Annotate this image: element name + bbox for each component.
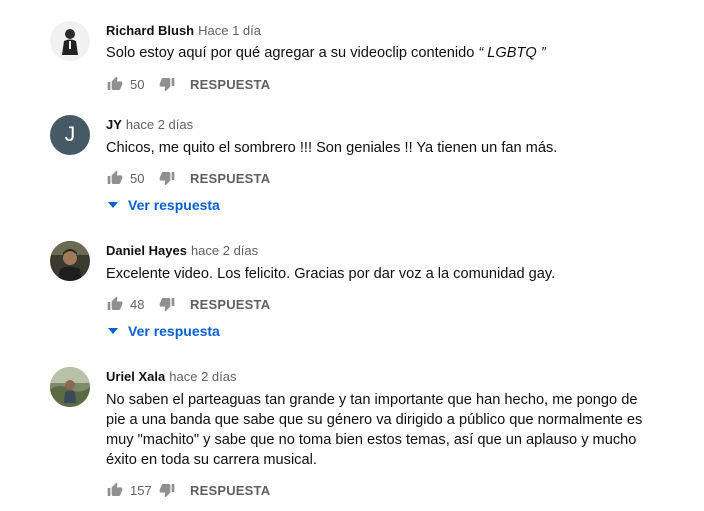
like-count: 157 (130, 482, 152, 498)
comment-time[interactable]: hace 2 días (169, 369, 236, 384)
thumb-up-icon (107, 170, 123, 184)
avatar-letter: J (64, 123, 76, 146)
like-button[interactable] (106, 75, 124, 93)
thumb-up-icon (107, 482, 123, 496)
thumb-down-icon (159, 484, 175, 498)
comment-actions: 50 RESPUESTA (106, 168, 270, 188)
caret-down-icon (106, 324, 120, 338)
comment-time[interactable]: hace 2 días (126, 117, 193, 132)
author-name[interactable]: Uriel Xala (106, 369, 165, 384)
author-name[interactable]: Daniel Hayes (106, 243, 187, 258)
view-replies-button[interactable]: Ver respuesta (106, 323, 220, 339)
thumb-down-icon (159, 172, 175, 186)
dislike-button[interactable] (158, 481, 176, 499)
dislike-button[interactable] (158, 75, 176, 93)
thumb-up-icon (107, 76, 123, 90)
caret-down-icon (106, 198, 120, 212)
thumb-down-icon (159, 298, 175, 312)
comment-header: Uriel Xala hace 2 días (106, 369, 236, 385)
reply-button[interactable]: RESPUESTA (190, 77, 270, 92)
view-replies-label: Ver respuesta (128, 323, 220, 339)
comment-text-main: Solo estoy aquí por qué agregar a su vid… (106, 45, 479, 61)
comment-text: No saben el parteaguas tan grande y tan … (106, 392, 643, 468)
thumb-up-icon (107, 296, 123, 310)
reply-button[interactable]: RESPUESTA (190, 483, 270, 498)
comment-text: Chicos, me quito el sombrero !!! Son gen… (106, 140, 558, 156)
comment-header: Daniel Hayes hace 2 días (106, 243, 258, 259)
comment-header: Richard Blush Hace 1 día (106, 23, 261, 39)
comment-actions: 48 RESPUESTA (106, 294, 270, 314)
like-button[interactable] (106, 295, 124, 313)
like-count: 50 (130, 170, 145, 186)
avatar-uriel-xala[interactable] (50, 367, 90, 407)
avatar-daniel-hayes[interactable] (50, 241, 90, 281)
like-count: 48 (130, 296, 145, 312)
author-name[interactable]: Richard Blush (106, 23, 194, 38)
avatar-jy[interactable]: J (50, 115, 90, 155)
comment-actions: 157 RESPUESTA (106, 480, 270, 500)
reply-button[interactable]: RESPUESTA (190, 171, 270, 186)
view-replies-button[interactable]: Ver respuesta (106, 197, 220, 213)
dislike-button[interactable] (158, 295, 176, 313)
like-button[interactable] (106, 481, 124, 499)
like-button[interactable] (106, 169, 124, 187)
author-name[interactable]: JY (106, 117, 122, 132)
comment-time[interactable]: hace 2 días (191, 243, 258, 258)
thumb-down-icon (159, 78, 175, 92)
view-replies-label: Ver respuesta (128, 197, 220, 213)
comment-time[interactable]: Hace 1 día (198, 23, 261, 38)
comment-text: Excelente video. Los felicito. Gracias p… (106, 266, 556, 282)
reply-button[interactable]: RESPUESTA (190, 297, 270, 312)
dislike-button[interactable] (158, 169, 176, 187)
comment-header: JY hace 2 días (106, 117, 193, 133)
comment-actions: 50 RESPUESTA (106, 74, 270, 94)
comment-text-emphasis: “ LGBTQ ” (478, 45, 546, 61)
comment-text: Solo estoy aquí por qué agregar a su vid… (106, 43, 666, 63)
like-count: 50 (130, 76, 145, 92)
avatar-richard-blush[interactable] (50, 21, 90, 61)
